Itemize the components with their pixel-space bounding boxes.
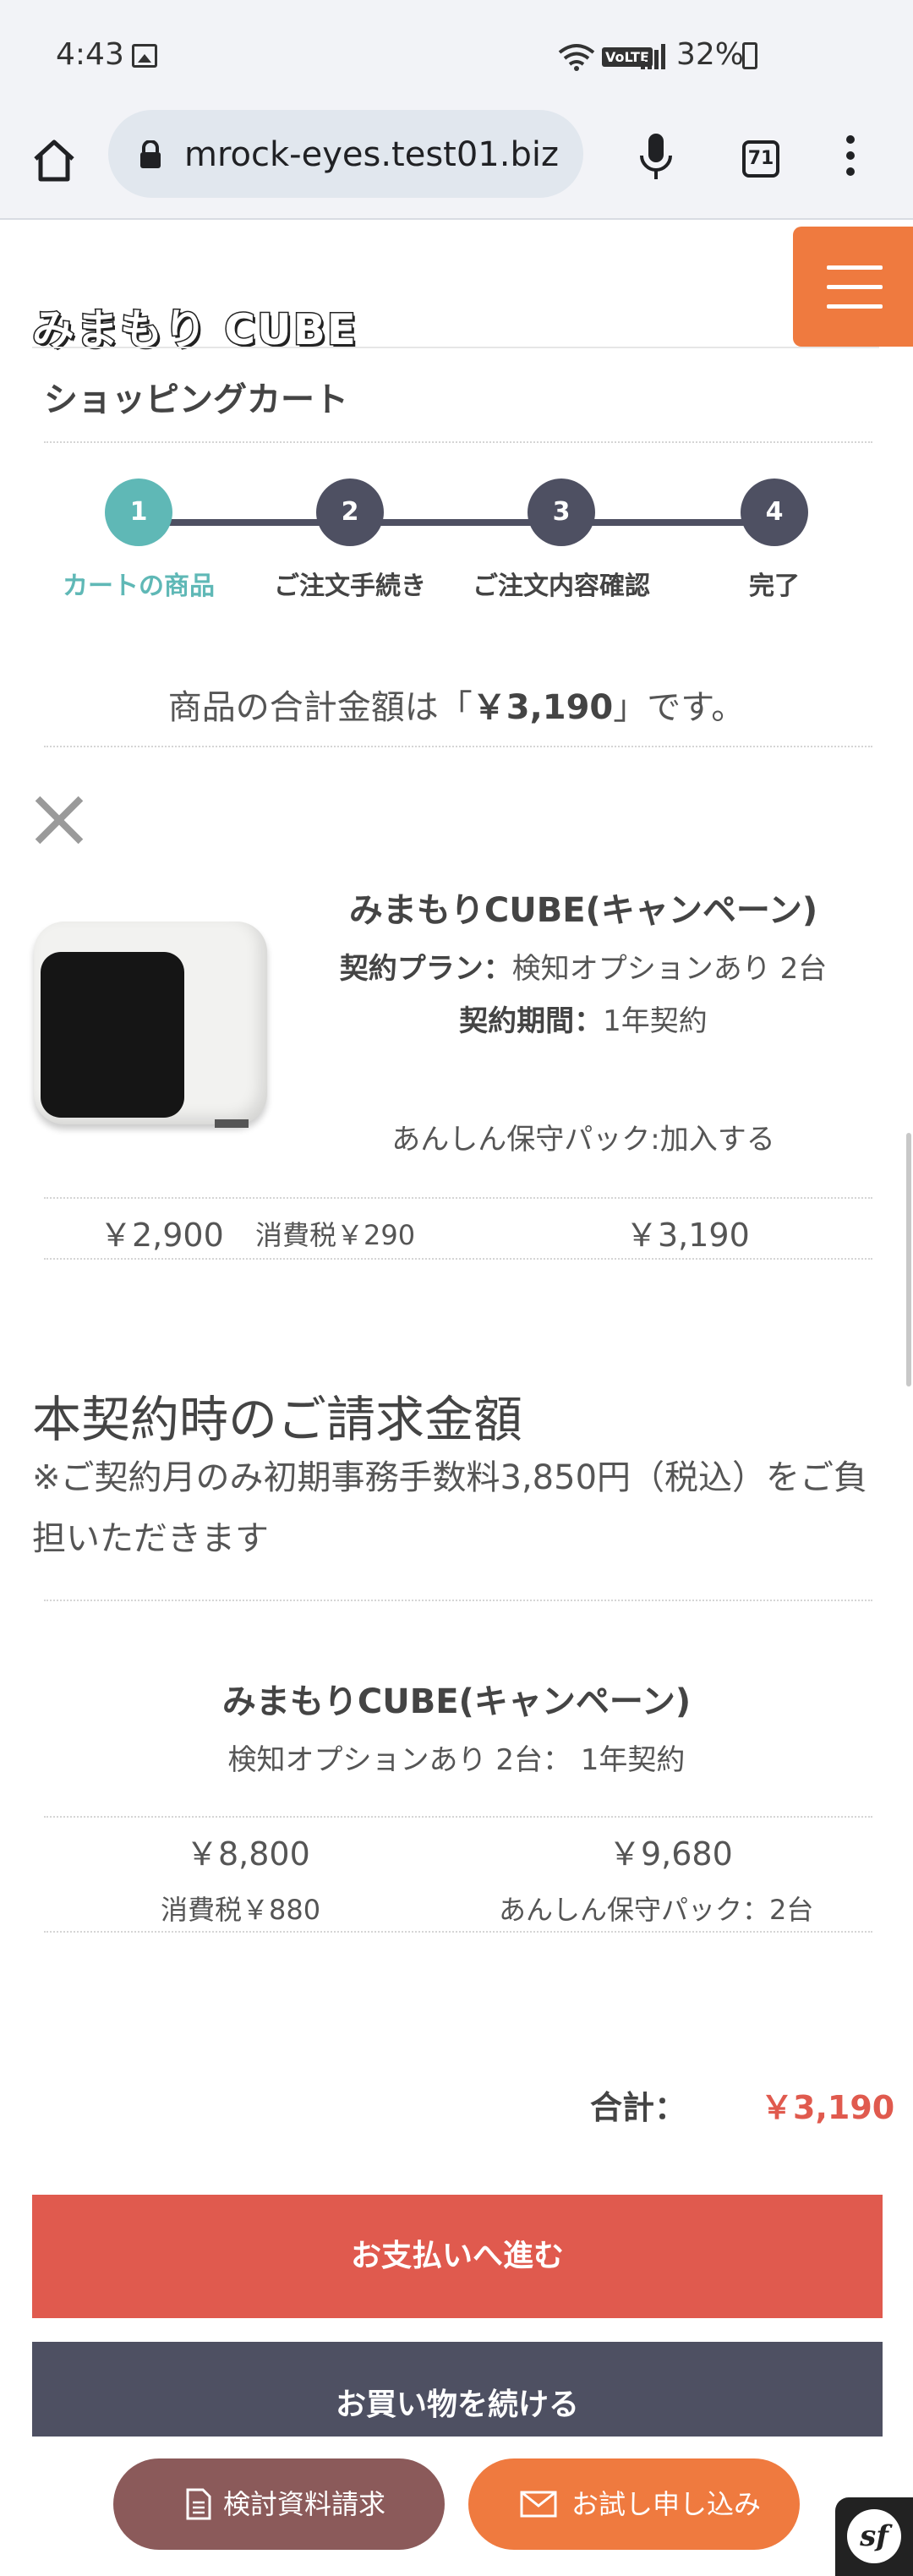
cart-total-message: 商品の合計金額は「￥3,190」です。 (0, 680, 913, 729)
divider (44, 1600, 872, 1601)
request-documents-button[interactable]: 検討資料請求 (113, 2458, 445, 2550)
trial-application-button[interactable]: お試し申し込み (468, 2458, 800, 2550)
item-subtotal: ￥3,190 (626, 1217, 750, 1254)
status-time: 4:43 (56, 37, 124, 72)
home-icon[interactable] (30, 137, 78, 184)
remove-item-icon[interactable] (32, 793, 86, 847)
hamburger-menu-icon[interactable] (793, 227, 913, 347)
total-suffix: 」です。 (613, 688, 746, 727)
trial-application-label: お試し申し込み (571, 2488, 762, 2520)
wifi-icon (558, 44, 595, 71)
total-amount: ￥3,190 (472, 688, 614, 727)
step-4-circle: 4 (741, 479, 808, 546)
divider (44, 1816, 872, 1818)
item-plan: 契約プラン：検知オプションあり 2台 (304, 945, 862, 987)
period-value: 1年契約 (603, 1004, 708, 1038)
step-1-label: カートの商品 (63, 572, 215, 601)
grand-total-label: 合計： (590, 2089, 687, 2126)
billing-item-detail: 検知オプションあり 2台： 1年契約 (227, 1743, 686, 1777)
lock-icon (140, 140, 161, 168)
proceed-to-payment-button[interactable]: お支払いへ進む (32, 2195, 883, 2318)
symfony-icon: sf (847, 2509, 901, 2563)
item-period: 契約期間：1年契約 (304, 998, 862, 1039)
item-name[interactable]: みまもりCUBE(キャンペーン) (304, 883, 862, 932)
request-documents-label: 検討資料請求 (223, 2488, 386, 2520)
item-tax: 消費税￥290 (255, 1219, 416, 1251)
status-bar: 4:43 VoLTE 32% (0, 0, 913, 110)
item-price: ￥2,900 (100, 1217, 224, 1254)
browser-menu-icon[interactable] (842, 135, 859, 183)
divider (44, 1197, 872, 1199)
battery-icon (742, 42, 757, 69)
address-bar[interactable]: mrock-eyes.test01.biz (108, 110, 583, 198)
tab-switcher-button[interactable]: 71 (742, 140, 779, 178)
symfony-toolbar-badge[interactable]: sf (835, 2497, 913, 2576)
signal-icon (641, 44, 665, 69)
battery-percent: 32% (676, 37, 745, 72)
image-notification-icon (132, 44, 157, 68)
item-option: あんしん保守パック:加入する (391, 1123, 775, 1157)
scrollbar[interactable] (906, 1133, 911, 1386)
billing-heading: 本契約時のご請求金額 (32, 1391, 523, 1448)
mail-icon (520, 2491, 557, 2518)
product-image (34, 922, 267, 1128)
step-4-label: 完了 (749, 572, 800, 601)
divider (44, 441, 872, 443)
divider (44, 746, 872, 747)
billing-item-name: みまもりCUBE(キャンペーン) (221, 1682, 692, 1721)
step-3-circle: 3 (528, 479, 595, 546)
grand-total-value: ￥3,190 (761, 2089, 895, 2126)
billing-note: ※ご契約月のみ初期事務手数料3,850円（税込）をご負担いただきます (32, 1458, 868, 1558)
billing-price: ￥8,800 (186, 1835, 310, 1873)
step-1-circle: 1 (105, 479, 172, 546)
document-icon (186, 2488, 211, 2520)
divider (44, 1931, 872, 1933)
step-2-circle: 2 (316, 479, 384, 546)
billing-tax: 消費税￥880 (161, 1894, 321, 1926)
step-2-label: ご注文手続き (274, 572, 426, 601)
header-divider (32, 347, 879, 348)
microphone-icon[interactable] (636, 132, 676, 183)
url-text: mrock-eyes.test01.biz (184, 135, 559, 174)
browser-toolbar: mrock-eyes.test01.biz 71 (0, 110, 913, 220)
period-label: 契約期間： (459, 1004, 604, 1038)
total-prefix: 商品の合計金額は「 (167, 688, 473, 727)
plan-label: 契約プラン： (339, 952, 512, 986)
billing-pack: あんしん保守パック：2台 (499, 1894, 814, 1926)
step-3-label: ご注文内容確認 (473, 572, 650, 601)
page-title: ショッピングカート (44, 380, 348, 419)
stepper-line (139, 519, 776, 526)
floating-action-bar: 検討資料請求 お試し申し込み sf (0, 2437, 913, 2576)
plan-value: 検知オプションあり 2台 (511, 952, 828, 986)
divider (44, 1258, 872, 1260)
continue-shopping-button[interactable]: お買い物を続ける (32, 2342, 883, 2437)
billing-total: ￥9,680 (609, 1835, 733, 1873)
